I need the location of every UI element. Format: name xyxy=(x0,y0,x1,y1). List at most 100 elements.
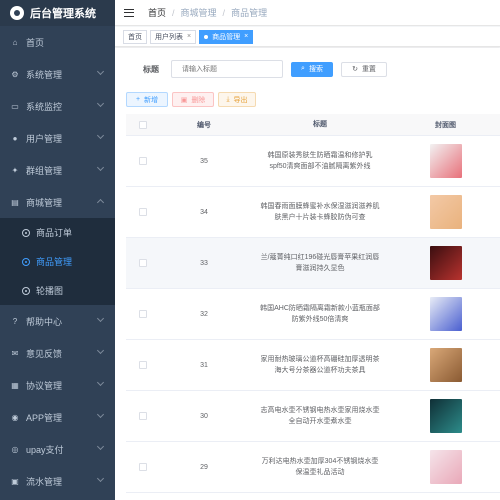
sidebar-item-label: 流水管理 xyxy=(26,476,63,487)
submenu-item[interactable]: 轮播图 xyxy=(0,276,115,305)
table-row[interactable]: 31 家用耐热玻璃公道杯高硼硅加厚透明茶海大号分茶器公道杯功夫茶具 xyxy=(126,340,500,391)
product-thumbnail[interactable] xyxy=(429,144,462,178)
product-thumbnail[interactable] xyxy=(429,297,462,331)
row-checkbox[interactable] xyxy=(138,412,147,420)
close-icon[interactable]: × xyxy=(187,33,191,40)
app-logo[interactable]: 后台管理系统 xyxy=(0,0,115,26)
sidebar-item[interactable]: ▤ 商城管理 xyxy=(0,186,115,218)
sidebar-item[interactable]: ▭ 系统监控 xyxy=(0,90,115,122)
table-row[interactable]: 34 韩国春雨面膜蜂蜜补水保湿滋润滋养肌肤黑户十片装卡蜂胶防伪可查 xyxy=(126,187,500,238)
search-button-label: 搜索 xyxy=(308,66,323,73)
feedback-icon: ✉ xyxy=(11,348,19,358)
table-row[interactable]: 35 韩国原装秀肤生防晒霜温和修护乳spf50清爽面部不油腻隔离紫外线 xyxy=(126,136,500,187)
delete-button[interactable]: ▣ 删除 xyxy=(172,92,214,107)
group-icon: ✦ xyxy=(11,165,19,175)
chevron-down-icon xyxy=(96,474,105,483)
sidebar-item-label: 系统监控 xyxy=(26,101,63,112)
hamburger-icon[interactable] xyxy=(124,8,134,17)
cell-id: 31 xyxy=(200,361,208,369)
cell-title: 志高电水壶不锈钢电热水壶家用烧水壶全自动开水壶煮水壶 xyxy=(260,407,380,425)
row-select-cell xyxy=(126,361,159,369)
download-icon: ⤓ xyxy=(226,95,230,103)
row-checkbox[interactable] xyxy=(138,310,147,318)
sidebar-item[interactable]: ● 用户管理 xyxy=(0,122,115,154)
chevron-down-icon xyxy=(96,163,105,172)
sidebar-item[interactable]: ⚙ 系统管理 xyxy=(0,58,115,90)
chevron-down-icon xyxy=(96,346,105,355)
table-row[interactable]: 33 兰/蔻菁纯口红196碰光唇膏苹果红润唇膏滋润持久显色 xyxy=(126,238,500,289)
cell-id: 29 xyxy=(200,463,208,471)
add-button[interactable]: + 新增 xyxy=(126,92,168,107)
cell-title: 韩国原装秀肤生防晒霜温和修护乳spf50清爽面部不油腻隔离紫外线 xyxy=(267,152,373,170)
sidebar-item[interactable]: ▣ 流水管理 xyxy=(0,465,115,497)
table-row[interactable]: 30 志高电水壶不锈钢电热水壶家用烧水壶全自动开水壶煮水壶 xyxy=(126,391,500,442)
export-button[interactable]: ⤓ 导出 xyxy=(218,92,256,107)
cell-cover xyxy=(391,450,500,484)
document-icon: ▦ xyxy=(11,380,19,390)
table-body: 35 韩国原装秀肤生防晒霜温和修护乳spf50清爽面部不油腻隔离紫外线 34 韩国春雨… xyxy=(126,136,500,493)
cell-id: 34 xyxy=(200,208,208,216)
row-checkbox[interactable] xyxy=(138,208,147,216)
cell-id: 33 xyxy=(200,259,208,267)
tag-item[interactable]: 商品管理 × xyxy=(199,29,254,44)
row-select-cell xyxy=(126,208,159,216)
pay-icon: ◎ xyxy=(11,444,19,454)
reset-button[interactable]: ↻ 重置 xyxy=(341,61,387,77)
tag-item[interactable]: 首页 xyxy=(123,29,147,44)
breadcrumb-home[interactable]: 首页 xyxy=(148,6,166,19)
close-icon[interactable]: × xyxy=(244,33,248,40)
breadcrumb-current: 商品管理 xyxy=(231,8,268,18)
product-thumbnail[interactable] xyxy=(429,450,462,484)
submenu-item-label: 轮播图 xyxy=(36,286,64,296)
breadcrumb-separator: / xyxy=(222,7,226,18)
submenu-item-label: 商品订单 xyxy=(36,228,73,238)
table-row[interactable]: 29 万利达电热水壶加厚304不锈钢烧水壶保温壶礼品活动 xyxy=(126,442,500,493)
sidebar-item[interactable]: ◉ APP管理 xyxy=(0,401,115,433)
product-thumbnail[interactable] xyxy=(429,399,462,433)
sidebar-item-label: 帮助中心 xyxy=(26,316,63,327)
search-form: 标题 ⌕ 搜索 ↻ 重置 xyxy=(143,60,387,78)
product-table: 编号 标题 封面图 35 韩国原装秀肤生防晒霜温和修护乳spf50清爽面部不油腻隔… xyxy=(126,114,500,493)
sidebar-item[interactable]: ✦ 群组管理 xyxy=(0,154,115,186)
chevron-down-icon xyxy=(96,99,105,108)
sidebar-menu: ⌂ 首页 ⚙ 系统管理 ▭ 系统监控 ● 用户管理 ✦ 群组管理 ▤ 商城管理商品订单商品管理轮播图?… xyxy=(0,26,115,497)
column-header-title[interactable]: 标题 xyxy=(249,119,391,130)
row-checkbox[interactable] xyxy=(138,157,147,165)
row-select-cell xyxy=(126,463,159,471)
table-row[interactable]: 32 韩国AHC防晒霜隔离霜新款小蓝瓶面部防紫外线50倍清爽 xyxy=(126,289,500,340)
submenu-item[interactable]: 商品管理 xyxy=(0,247,115,276)
column-header-cover[interactable]: 封面图 xyxy=(391,120,500,130)
row-checkbox[interactable] xyxy=(138,259,147,267)
logo-icon xyxy=(10,6,24,20)
tag-item[interactable]: 用户列表 × xyxy=(150,29,197,44)
row-checkbox[interactable] xyxy=(138,361,147,369)
tag-label: 首页 xyxy=(128,33,142,41)
select-all-checkbox[interactable] xyxy=(138,120,147,129)
product-thumbnail[interactable] xyxy=(429,195,462,229)
column-header-id[interactable]: 编号 xyxy=(159,120,249,130)
shop-icon: ▤ xyxy=(11,197,19,207)
product-thumbnail[interactable] xyxy=(429,246,462,280)
sidebar-item-label: 意见反馈 xyxy=(26,348,63,359)
action-toolbar: + 新增 ▣ 删除 ⤓ 导出 xyxy=(126,92,256,107)
sidebar-item[interactable]: ✉ 意见反馈 xyxy=(0,337,115,369)
app-title: 后台管理系统 xyxy=(30,8,96,20)
cell-id: 32 xyxy=(200,310,208,318)
cell-id: 30 xyxy=(200,412,208,420)
title-search-input[interactable] xyxy=(171,60,283,78)
sidebar-item-label: 商城管理 xyxy=(26,197,63,208)
top-navbar: 首页 / 商城管理 / 商品管理 xyxy=(115,0,500,26)
search-button[interactable]: ⌕ 搜索 xyxy=(291,61,333,77)
submenu-item[interactable]: 商品订单 xyxy=(0,218,115,247)
row-checkbox[interactable] xyxy=(138,463,147,471)
user-icon: ● xyxy=(12,133,18,143)
cell-title: 兰/蔻菁纯口红196碰光唇膏苹果红润唇膏滋润持久显色 xyxy=(260,254,380,272)
breadcrumb-shop[interactable]: 商城管理 xyxy=(181,6,217,19)
export-button-label: 导出 xyxy=(233,96,248,104)
sidebar-item[interactable]: ⌂ 首页 xyxy=(0,26,115,58)
sidebar-item[interactable]: ? 帮助中心 xyxy=(0,305,115,337)
sidebar-item[interactable]: ◎ upay支付 xyxy=(0,433,115,465)
row-select-cell xyxy=(126,412,159,420)
sidebar-item[interactable]: ▦ 协议管理 xyxy=(0,369,115,401)
product-thumbnail[interactable] xyxy=(429,348,462,382)
